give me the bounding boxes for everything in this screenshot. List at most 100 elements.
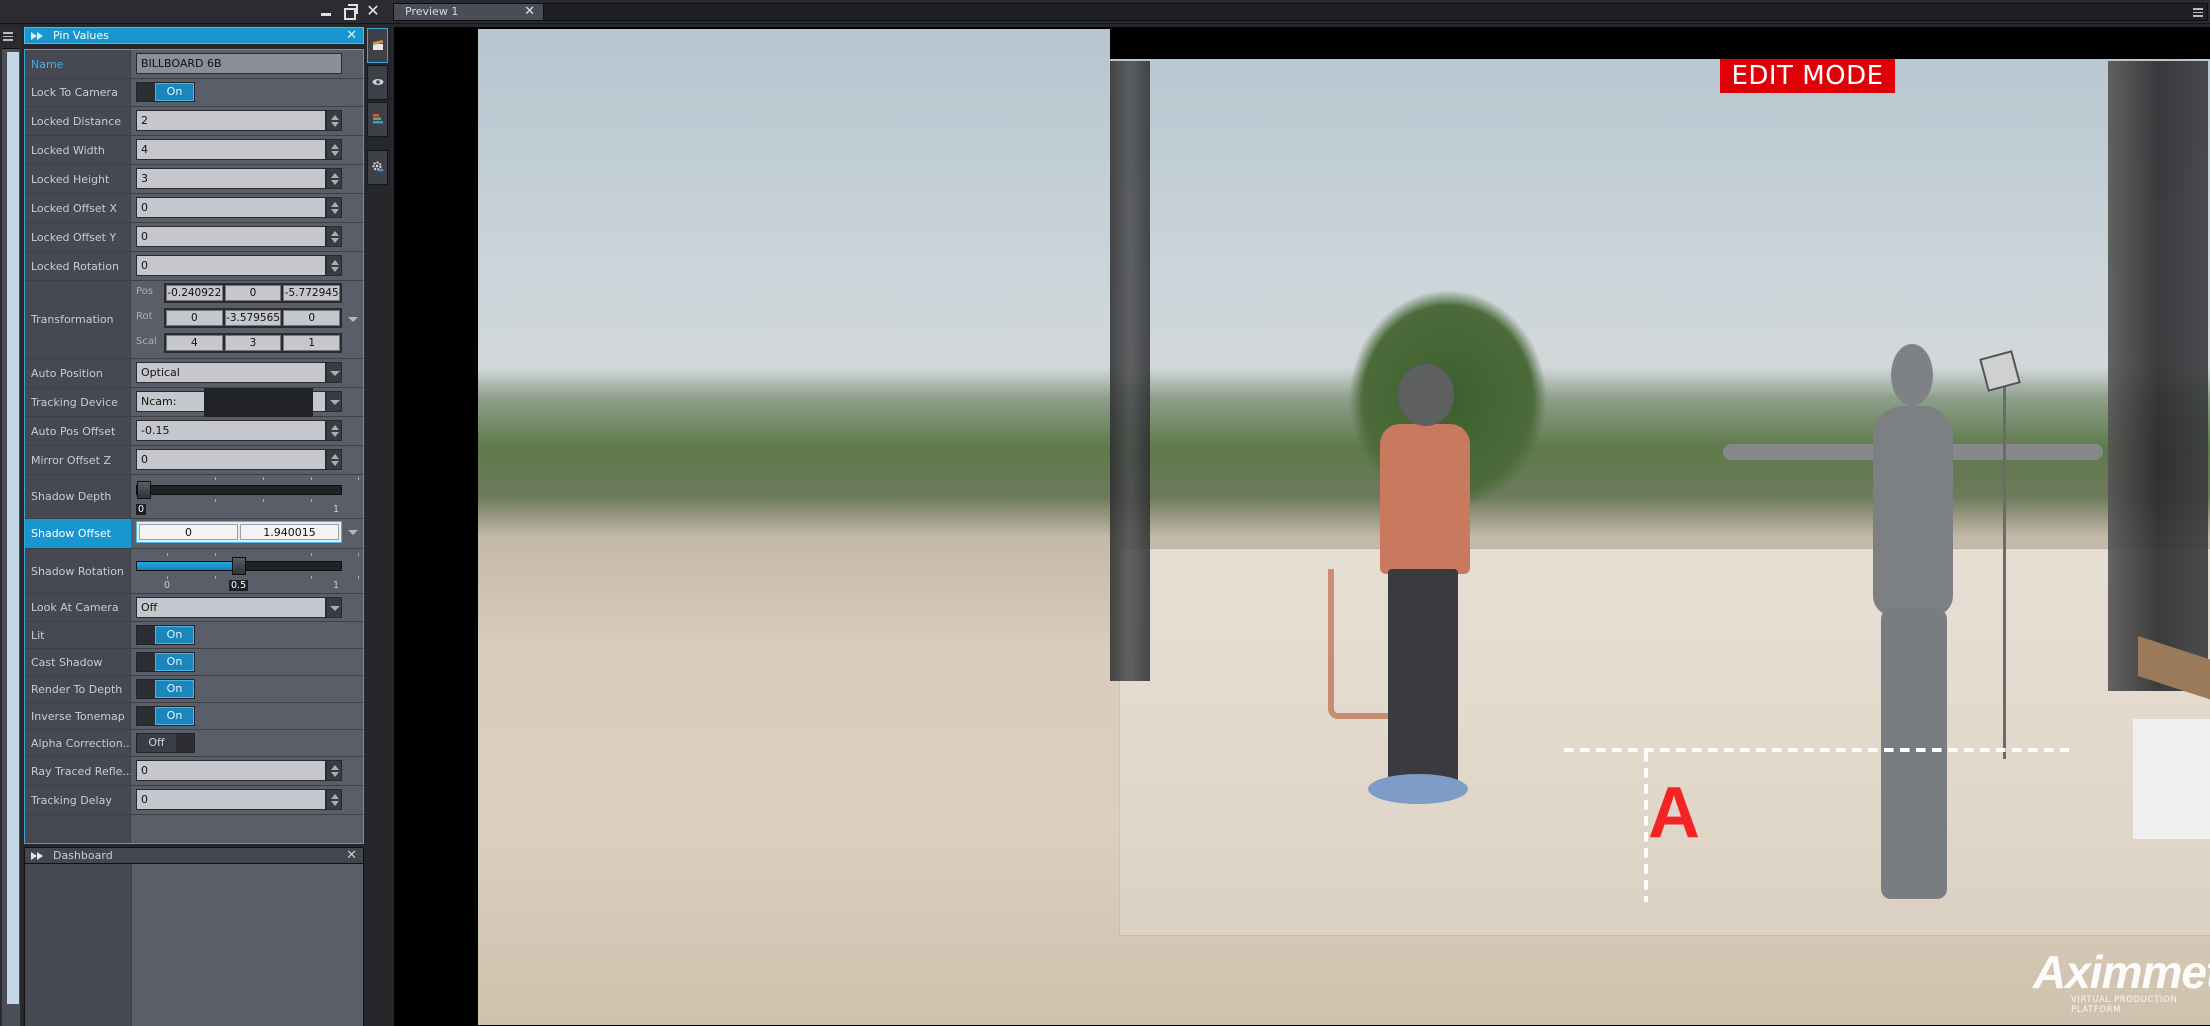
shadow-offset-y-input[interactable]: 1.940015 <box>240 524 339 540</box>
pos-z-input[interactable]: -5.772945 <box>283 285 341 301</box>
camera-feed: A EDIT MODE Aximmetry VIRTUAL PRODUCTION… <box>478 29 2210 1025</box>
row-cast-shadow: Cast Shadow On <box>25 649 363 676</box>
lock-to-camera-toggle[interactable]: On <box>136 82 195 102</box>
row-ray-traced-reflections: Ray Traced Refle... 0 <box>25 757 363 786</box>
chevron-down-icon[interactable] <box>326 597 342 618</box>
name-input[interactable]: BILLBOARD 6B <box>136 53 342 74</box>
scale-x-input[interactable]: 4 <box>166 335 223 351</box>
scale-z-input[interactable]: 1 <box>283 335 341 351</box>
close-icon[interactable]: ✕ <box>346 28 357 43</box>
preview-viewport[interactable]: A EDIT MODE Aximmetry VIRTUAL PRODUCTION… <box>394 27 2210 1026</box>
pos-label: Pos <box>136 286 154 297</box>
locked-offset-y-input[interactable]: 0 <box>136 226 326 247</box>
frame-bar <box>1110 29 2210 59</box>
chevron-down-icon[interactable] <box>326 362 342 383</box>
expand-icon[interactable] <box>348 530 358 535</box>
rot-z-input[interactable]: 0 <box>283 310 341 326</box>
pos-y-input[interactable]: 0 <box>224 285 282 301</box>
locked-width-input[interactable]: 4 <box>136 139 326 160</box>
close-icon[interactable]: ✕ <box>524 4 535 20</box>
scrollbar[interactable] <box>7 52 19 1004</box>
view-tool-button[interactable] <box>367 65 388 100</box>
tab-preview-1[interactable]: Preview 1 ✕ <box>394 4 544 20</box>
expand-icon[interactable] <box>348 317 358 322</box>
row-label: Alpha Correction... <box>31 736 131 750</box>
toggle-state: Off <box>137 734 176 752</box>
slider-thumb[interactable] <box>137 481 151 499</box>
pin-values-panel: Pin Values ✕ Name BILLBOARD 6B Lock To C… <box>24 27 364 844</box>
slider-thumb[interactable] <box>232 557 246 575</box>
row-label: Shadow Depth <box>31 490 112 503</box>
scale-y-input[interactable]: 3 <box>224 335 282 351</box>
render-to-depth-toggle[interactable]: On <box>136 679 195 699</box>
row-label: Ray Traced Refle... <box>31 764 131 778</box>
menu-icon[interactable] <box>2193 6 2205 18</box>
pin-values-tool-button[interactable] <box>367 28 388 63</box>
aximmetry-logo: Aximmetry VIRTUAL PRODUCTION PLATFORM <box>2033 949 2210 1019</box>
row-locked-width: Locked Width 4 <box>25 136 363 165</box>
rot-y-input[interactable]: -3.579565 <box>224 310 282 326</box>
row-label: Look At Camera <box>31 601 119 614</box>
locked-distance-input[interactable]: 2 <box>136 110 326 131</box>
layers-tool-button[interactable] <box>367 102 388 137</box>
spinner-icon[interactable] <box>326 449 342 470</box>
panel-toolbar <box>366 26 392 1026</box>
shadow-rotation-slider[interactable] <box>136 557 342 575</box>
slider-current-value: 0 <box>136 504 147 515</box>
row-inverse-tonemap: Inverse Tonemap On <box>25 703 363 730</box>
row-label: Locked Offset X <box>31 201 118 215</box>
ray-traced-reflections-input[interactable]: 0 <box>136 760 326 781</box>
tracking-delay-input[interactable]: 0 <box>136 789 326 810</box>
cast-shadow-toggle[interactable]: On <box>136 652 195 672</box>
shadow-offset-x-input[interactable]: 0 <box>139 524 238 540</box>
row-locked-distance: Locked Distance 2 <box>25 107 363 136</box>
expand-arrows-icon[interactable] <box>31 852 45 860</box>
spinner-icon[interactable] <box>326 789 342 810</box>
redacted-area <box>204 388 313 417</box>
row-label: Auto Pos Offset <box>31 424 116 438</box>
spinner-icon[interactable] <box>326 139 342 160</box>
auto-pos-offset-input[interactable]: -0.15 <box>136 420 326 441</box>
spinner-icon[interactable] <box>326 110 342 131</box>
chevron-down-icon[interactable] <box>326 391 342 412</box>
spinner-icon[interactable] <box>326 760 342 781</box>
spinner-icon[interactable] <box>326 255 342 276</box>
eye-icon <box>372 79 384 85</box>
spinner-icon[interactable] <box>326 226 342 247</box>
shadow-depth-slider[interactable] <box>136 481 342 499</box>
logo-wordmark: Aximmetry <box>2033 946 2210 998</box>
spinner-icon[interactable] <box>326 197 342 218</box>
spinner-icon[interactable] <box>326 420 342 441</box>
look-at-camera-select[interactable]: Off <box>136 597 326 618</box>
rot-label: Rot <box>136 311 153 322</box>
menu-icon[interactable] <box>3 30 17 44</box>
spinner-icon[interactable] <box>326 168 342 189</box>
mirror-offset-z-input[interactable]: 0 <box>136 449 326 470</box>
row-label: Locked Height <box>31 172 110 186</box>
restore-button[interactable] <box>342 3 358 20</box>
pos-x-input[interactable]: -0.240922 <box>166 285 223 301</box>
panel-header[interactable]: Dashboard ✕ <box>24 847 364 864</box>
row-label: Locked Rotation <box>31 259 119 273</box>
rot-x-input[interactable]: 0 <box>166 310 223 326</box>
minimize-button[interactable] <box>318 3 334 19</box>
scene-curtain <box>2108 61 2208 691</box>
row-shadow-offset: Shadow Offset 0 1.940015 <box>25 519 363 549</box>
close-icon[interactable]: ✕ <box>346 848 357 863</box>
settings-tool-button[interactable] <box>367 150 388 185</box>
alpha-correction-toggle[interactable]: Off <box>136 733 195 753</box>
locked-offset-x-input[interactable]: 0 <box>136 197 326 218</box>
slider-max: 1 <box>333 580 340 591</box>
guide-line <box>1564 748 2069 752</box>
auto-position-select[interactable]: Optical <box>136 362 326 383</box>
close-window-button[interactable]: ✕ <box>365 3 381 19</box>
row-tracking-device: Tracking Device Ncam: <box>25 388 363 417</box>
expand-arrows-icon[interactable] <box>31 32 45 40</box>
panel-header[interactable]: Pin Values ✕ <box>24 27 364 44</box>
inverse-tonemap-toggle[interactable]: On <box>136 706 195 726</box>
locked-height-input[interactable]: 3 <box>136 168 326 189</box>
dashboard-panel: Dashboard ✕ <box>24 847 364 1026</box>
row-label: Auto Position <box>31 366 103 380</box>
locked-rotation-input[interactable]: 0 <box>136 255 326 276</box>
lit-toggle[interactable]: On <box>136 625 195 645</box>
